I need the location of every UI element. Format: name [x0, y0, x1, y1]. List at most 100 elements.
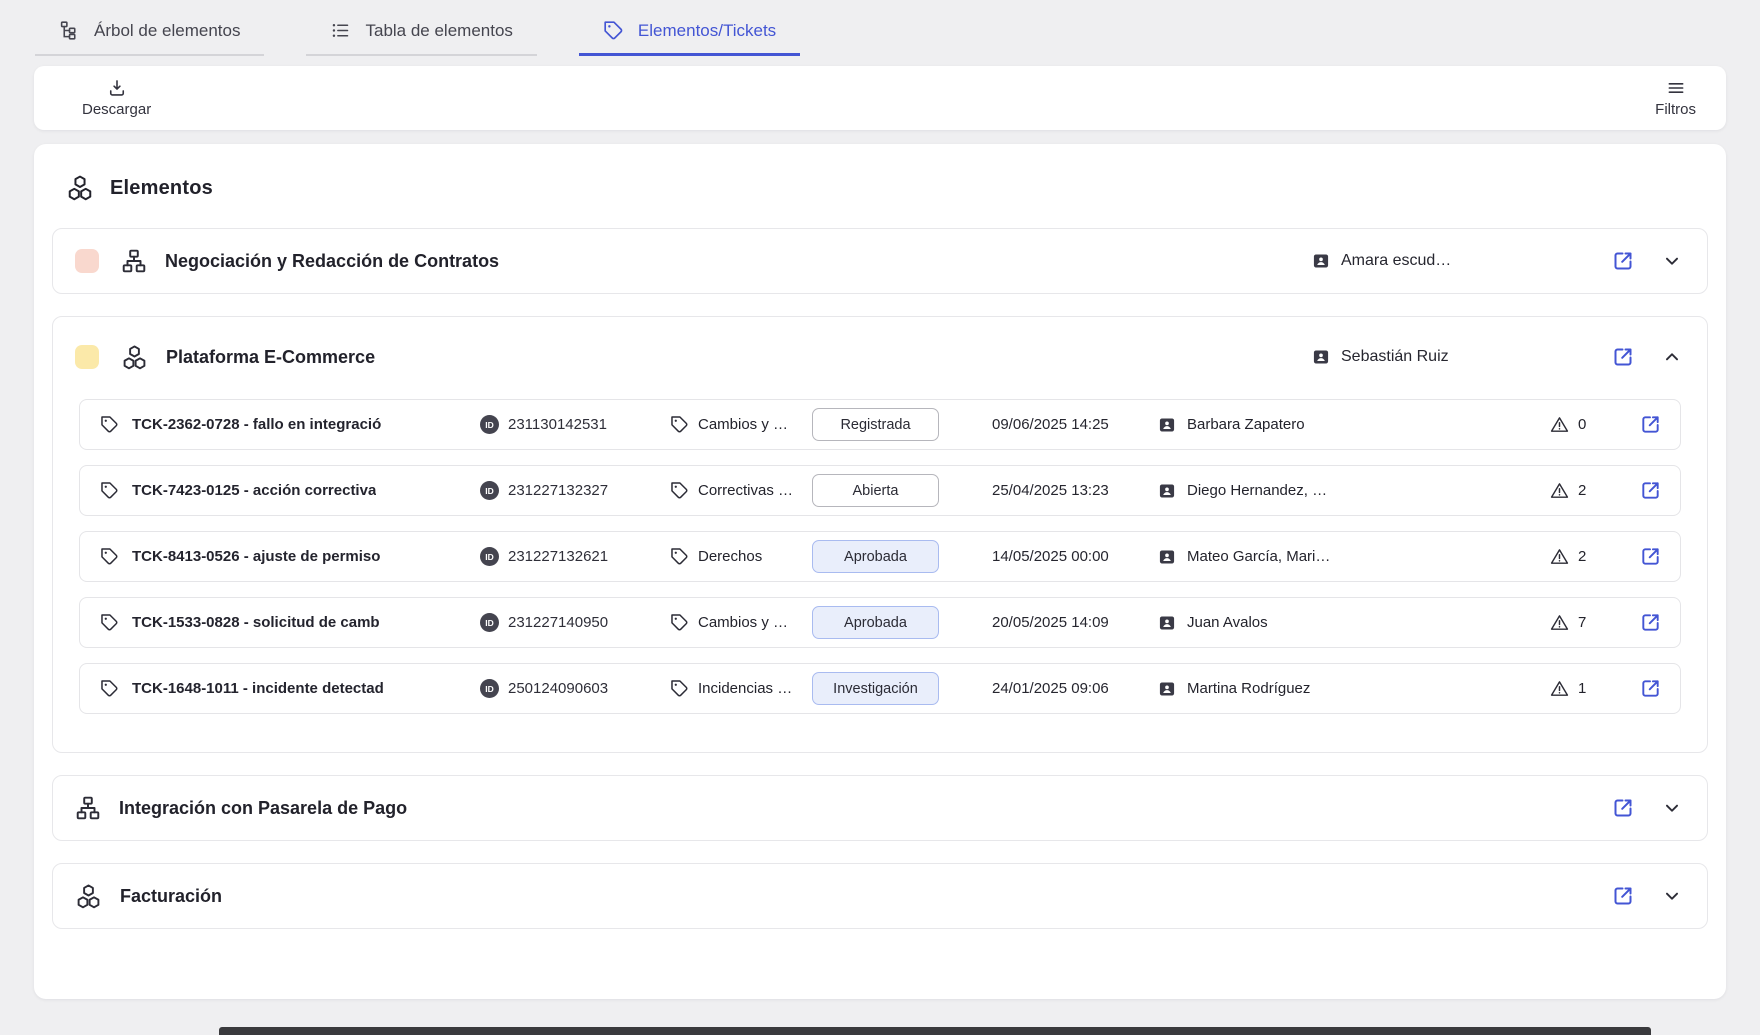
ticket-category-cell: Correctivas …: [670, 481, 812, 500]
ticket-assignee-cell: Diego Hernandez, …: [1157, 481, 1550, 501]
status-badge: Abierta: [812, 474, 939, 507]
ticket-id: 250124090603: [508, 680, 608, 697]
ticket-status-cell: Registrada: [812, 408, 992, 441]
status-badge: Aprobada: [812, 540, 939, 573]
tag-icon: [670, 481, 689, 500]
ticket-assignee: Martina Rodríguez: [1187, 680, 1310, 697]
ticket-title: TCK-2362-0728 - fallo en integració: [132, 416, 381, 433]
ticket-id-cell: ID 231227132621: [480, 547, 670, 566]
ticket-row: TCK-7423-0125 - acción correctiva ID 231…: [79, 465, 1681, 516]
section-header[interactable]: Integración con Pasarela de Pago: [53, 776, 1707, 840]
status-badge: Registrada: [812, 408, 939, 441]
open-external-icon[interactable]: [1639, 677, 1662, 700]
section-negociacion-contratos: Negociación y Redacción de Contratos Ama…: [52, 228, 1708, 294]
id-icon: ID: [480, 547, 499, 566]
tag-icon: [100, 613, 119, 632]
status-badge: Investigación: [812, 672, 939, 705]
color-swatch: [75, 345, 99, 369]
bottom-window-edge: [219, 1027, 1651, 1035]
tag-icon: [670, 679, 689, 698]
download-icon: [107, 78, 127, 98]
warning-icon: [1550, 679, 1569, 698]
assignee-name: Amara escud…: [1341, 252, 1451, 270]
ticket-id-cell: ID 231227132327: [480, 481, 670, 500]
hierarchy-icon: [75, 795, 101, 821]
ticket-warnings-cell: 1: [1550, 679, 1620, 698]
section-header[interactable]: Facturación: [53, 864, 1707, 928]
warning-icon: [1550, 481, 1569, 500]
id-icon: ID: [480, 481, 499, 500]
tag-icon: [670, 415, 689, 434]
section-title: Plataforma E-Commerce: [166, 347, 375, 368]
ticket-date: 24/01/2025 09:06: [992, 680, 1157, 697]
ticket-link-cell: [1620, 611, 1680, 634]
download-button[interactable]: Descargar: [82, 78, 151, 118]
ticket-title-cell: TCK-8413-0526 - ajuste de permiso: [80, 547, 480, 566]
ticket-category-cell: Cambios y …: [670, 415, 812, 434]
section-assignee: Amara escud…: [1311, 251, 1611, 271]
tab-label: Elementos/Tickets: [638, 21, 776, 41]
ticket-title: TCK-1533-0828 - solicitud de camb: [132, 614, 380, 631]
ticket-id-cell: ID 231130142531: [480, 415, 670, 434]
section-header[interactable]: Plataforma E-Commerce Sebastián Ruiz: [53, 317, 1707, 397]
chevron-up-icon[interactable]: [1661, 346, 1683, 368]
ticket-title: TCK-8413-0526 - ajuste de permiso: [132, 548, 380, 565]
filters-button[interactable]: Filtros: [1655, 78, 1696, 118]
open-external-icon[interactable]: [1611, 796, 1635, 820]
section-title: Integración con Pasarela de Pago: [119, 798, 407, 819]
id-icon: ID: [480, 415, 499, 434]
chevron-down-icon[interactable]: [1661, 885, 1683, 907]
open-external-icon[interactable]: [1639, 611, 1662, 634]
open-external-icon[interactable]: [1611, 345, 1635, 369]
ticket-title: TCK-7423-0125 - acción correctiva: [132, 482, 376, 499]
id-icon: ID: [480, 613, 499, 632]
open-external-icon[interactable]: [1639, 479, 1662, 502]
chevron-down-icon[interactable]: [1661, 250, 1683, 272]
ticket-assignee: Barbara Zapatero: [1187, 416, 1305, 433]
ticket-date: 25/04/2025 13:23: [992, 482, 1157, 499]
ticket-category: Cambios y …: [698, 416, 788, 433]
open-external-icon[interactable]: [1611, 884, 1635, 908]
cubes-icon: [121, 344, 148, 371]
ticket-status-cell: Aprobada: [812, 606, 992, 639]
assignee-badge-icon: [1157, 613, 1177, 633]
section-header[interactable]: Negociación y Redacción de Contratos Ama…: [53, 229, 1707, 293]
list-icon: [330, 20, 351, 41]
tag-icon: [100, 547, 119, 566]
warning-count: 1: [1578, 680, 1586, 697]
hierarchy-icon: [121, 248, 147, 274]
ticket-warnings-cell: 2: [1550, 547, 1620, 566]
ticket-category-cell: Derechos: [670, 547, 812, 566]
ticket-id: 231227132327: [508, 482, 608, 499]
status-badge: Aprobada: [812, 606, 939, 639]
open-external-icon[interactable]: [1611, 249, 1635, 273]
id-icon: ID: [480, 679, 499, 698]
tab-elementos-tickets[interactable]: Elementos/Tickets: [579, 14, 800, 56]
chevron-down-icon[interactable]: [1661, 797, 1683, 819]
tag-icon: [670, 547, 689, 566]
tag-icon: [100, 481, 119, 500]
open-external-icon[interactable]: [1639, 545, 1662, 568]
ticket-title-cell: TCK-1648-1011 - incidente detectad: [80, 679, 480, 698]
section-actions: [1611, 884, 1683, 908]
filters-label: Filtros: [1655, 101, 1696, 118]
ticket-status-cell: Aprobada: [812, 540, 992, 573]
ticket-warnings-cell: 0: [1550, 415, 1620, 434]
ticket-assignee-cell: Mateo García, Mari…: [1157, 547, 1550, 567]
open-external-icon[interactable]: [1639, 413, 1662, 436]
warning-count: 2: [1578, 548, 1586, 565]
ticket-assignee-cell: Barbara Zapatero: [1157, 415, 1550, 435]
section-actions: Amara escud…: [1311, 249, 1683, 273]
ticket-link-cell: [1620, 677, 1680, 700]
tab-tabla-de-elementos[interactable]: Tabla de elementos: [306, 14, 536, 56]
ticket-category: Cambios y …: [698, 614, 788, 631]
assignee-name: Sebastián Ruiz: [1341, 348, 1449, 366]
ticket-id-cell: ID 250124090603: [480, 679, 670, 698]
tab-arbol-de-elementos[interactable]: Árbol de elementos: [35, 14, 264, 56]
ticket-warnings-cell: 2: [1550, 481, 1620, 500]
ticket-title-cell: TCK-7423-0125 - acción correctiva: [80, 481, 480, 500]
tab-bar: Árbol de elementos Tabla de elementos El…: [0, 0, 1760, 56]
tag-icon: [603, 20, 624, 41]
color-swatch: [75, 249, 99, 273]
ticket-category: Correctivas …: [698, 482, 793, 499]
